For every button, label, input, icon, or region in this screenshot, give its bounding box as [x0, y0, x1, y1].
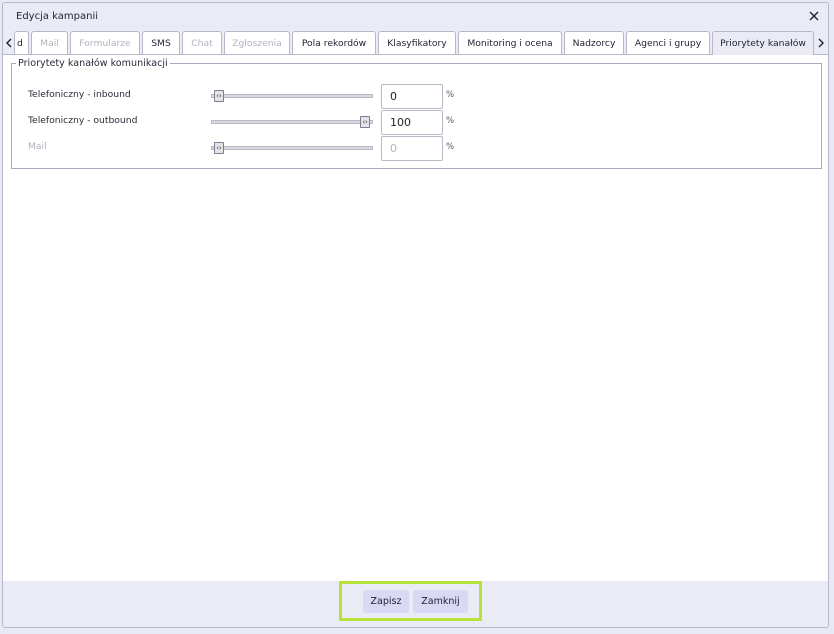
tab-priorytety-kanalow[interactable]: Priorytety kanałów	[712, 31, 814, 55]
tab-nadzorcy[interactable]: Nadzorcy	[564, 31, 624, 54]
tab-agenci-i-grupy[interactable]: Agenci i grupy	[626, 31, 710, 54]
outbound-slider[interactable]: ‹›	[211, 116, 373, 128]
button-group-highlight: Zapisz Zamknij	[339, 581, 482, 621]
percent-unit: %	[446, 90, 455, 100]
slider-handle-icon[interactable]: ‹›	[360, 116, 370, 128]
dialog-titlebar: Edycja kampanii	[3, 3, 828, 31]
tab-scroll-left-icon[interactable]	[4, 31, 14, 54]
inbound-label: Telefoniczny - inbound	[28, 89, 131, 100]
mail-percent-input[interactable]	[381, 136, 443, 161]
tab-sms[interactable]: SMS	[142, 31, 180, 54]
save-button[interactable]: Zapisz	[363, 590, 409, 613]
close-button[interactable]: Zamknij	[413, 590, 468, 613]
dialog-footer: Zapisz Zamknij	[3, 581, 828, 627]
tab-content: Priorytety kanałów komunikacji Telefonic…	[3, 55, 828, 581]
slider-handle-icon[interactable]: ‹›	[214, 142, 224, 154]
outbound-percent-input[interactable]	[381, 110, 443, 135]
percent-unit: %	[446, 116, 455, 126]
channel-priorities-group: Priorytety kanałów komunikacji Telefonic…	[11, 58, 822, 169]
close-icon[interactable]	[806, 8, 822, 24]
tab-scrolled-partial[interactable]: d	[14, 31, 29, 54]
mail-slider[interactable]: ‹›	[211, 142, 373, 154]
tab-zgloszenia[interactable]: Zgłoszenia	[224, 31, 290, 54]
tab-formularze[interactable]: Formularze	[70, 31, 140, 54]
tab-pola-rekordow[interactable]: Pola rekordów	[292, 31, 376, 54]
dialog-title: Edycja kampanii	[16, 11, 99, 22]
tab-klasyfikatory[interactable]: Klasyfikatory	[378, 31, 456, 54]
outbound-label: Telefoniczny - outbound	[28, 115, 138, 126]
slider-handle-icon[interactable]: ‹›	[214, 90, 224, 102]
campaign-edit-dialog: Edycja kampanii d Mail Formularze SMS Ch…	[2, 2, 829, 628]
mail-label: Mail	[28, 141, 47, 152]
inbound-percent-input[interactable]	[381, 84, 443, 109]
inbound-slider[interactable]: ‹›	[211, 90, 373, 102]
group-legend: Priorytety kanałów komunikacji	[18, 58, 168, 69]
tab-bar: d Mail Formularze SMS Chat Zgłoszenia Po…	[3, 31, 828, 55]
tab-chat[interactable]: Chat	[182, 31, 222, 54]
tab-scroll-right-icon[interactable]	[816, 31, 826, 54]
tab-monitoring-i-ocena[interactable]: Monitoring i ocena	[458, 31, 562, 54]
tab-mail[interactable]: Mail	[31, 31, 68, 54]
percent-unit: %	[446, 142, 455, 152]
